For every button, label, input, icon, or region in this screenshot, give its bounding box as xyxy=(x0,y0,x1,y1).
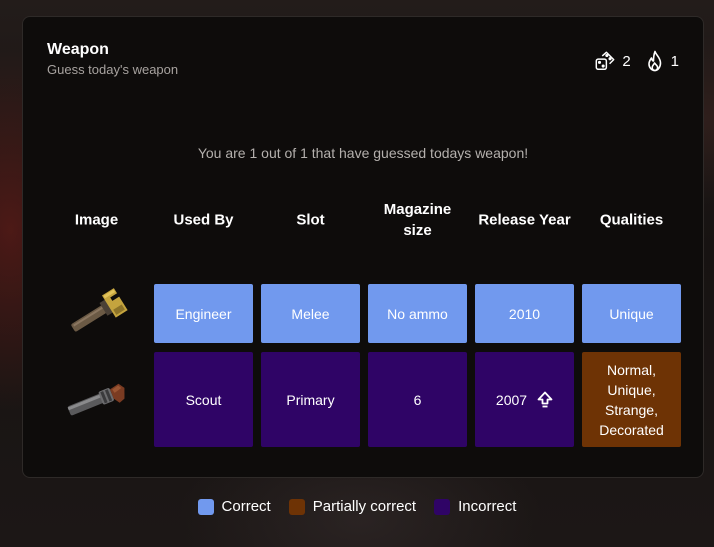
header-magazine-size: Magazine size xyxy=(383,201,452,239)
legend-incorrect: Incorrect xyxy=(434,498,516,515)
cell-release-year: 2010 xyxy=(475,284,574,343)
flame-icon xyxy=(645,50,665,72)
cell-magazine-size: No ammo xyxy=(368,284,467,343)
stats-bar: 2 1 xyxy=(594,50,679,72)
cell-qualities: Normal, Unique, Strange, Decorated xyxy=(582,352,681,447)
cell-used-by: Engineer xyxy=(154,284,253,343)
dice-count: 2 xyxy=(622,52,631,70)
header-release-year: Release Year xyxy=(478,211,571,229)
page-subtitle: Guess today's weapon xyxy=(47,62,179,77)
dice-icon xyxy=(594,50,616,72)
legend-partial: Partially correct xyxy=(288,498,417,515)
up-arrow-icon xyxy=(537,391,553,409)
game-card: Weapon Guess today's weapon 2 1 You are … xyxy=(22,16,704,478)
cell-qualities: Unique xyxy=(582,284,681,343)
legend-swatch-partial xyxy=(288,498,305,515)
wrench-weapon-icon xyxy=(47,284,146,343)
cell-slot: Melee xyxy=(261,284,360,343)
legend-swatch-incorrect xyxy=(434,498,451,515)
guess-stats-message: You are 1 out of 1 that have guessed tod… xyxy=(197,145,529,161)
header-qualities: Qualities xyxy=(599,211,664,229)
dice-stat[interactable]: 2 xyxy=(594,50,631,72)
header-slot: Slot xyxy=(296,211,325,229)
legend-label-correct: Correct xyxy=(221,498,271,515)
header-image: Image xyxy=(74,211,119,229)
release-year-value: 2007 xyxy=(495,391,528,408)
legend: Correct Partially correct Incorrect xyxy=(0,498,714,515)
cell-slot: Primary xyxy=(261,352,360,447)
cell-used-by: Scout xyxy=(154,352,253,447)
cell-release-year: 2007 xyxy=(475,352,574,447)
scattergun-weapon-icon xyxy=(47,352,146,447)
cell-magazine-size: 6 xyxy=(368,352,467,447)
streak-count: 1 xyxy=(670,52,679,70)
legend-correct: Correct xyxy=(197,498,271,515)
page-title: Weapon xyxy=(47,41,109,58)
legend-swatch-correct xyxy=(197,498,214,515)
legend-label-partial: Partially correct xyxy=(312,498,417,515)
streak-stat[interactable]: 1 xyxy=(645,50,679,72)
legend-label-incorrect: Incorrect xyxy=(458,498,517,515)
header-used-by: Used By xyxy=(173,211,234,229)
